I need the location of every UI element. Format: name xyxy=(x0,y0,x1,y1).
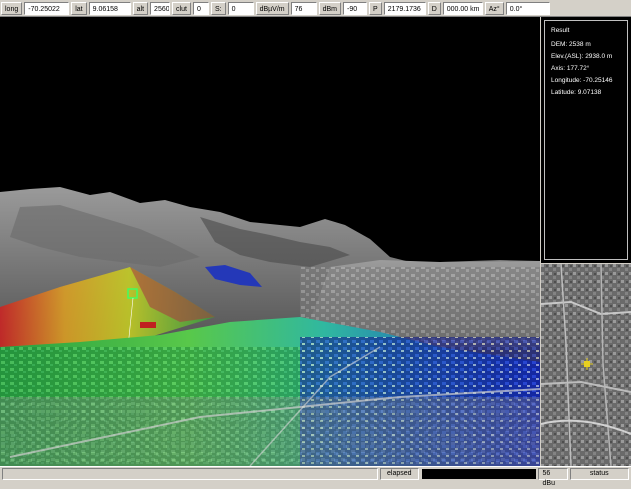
result-dem: DEM: 2538 m xyxy=(551,41,591,48)
status-label: status xyxy=(569,467,629,480)
result-panel: Result DEM: 2538 m Elev.(ASL): 2938.0 m … xyxy=(541,17,631,263)
long-label: long xyxy=(1,1,23,15)
status-bar: elapsed 56 dBu status xyxy=(0,466,631,487)
result-title: Result xyxy=(551,27,570,34)
dbuvm-label: dBµV/m xyxy=(255,1,289,15)
longitude-field[interactable]: -70.25022 xyxy=(24,1,70,15)
result-longitude: Longitude: -70.25146 xyxy=(551,77,613,84)
elapsed-label: elapsed xyxy=(380,467,419,480)
s-field[interactable]: 0 xyxy=(227,1,254,15)
power-dbm-field[interactable]: -90 xyxy=(343,1,368,15)
d-label: D xyxy=(427,1,441,15)
terrain-3d-view[interactable] xyxy=(0,17,540,466)
result-latitude: Latitude: 9.07138 xyxy=(551,89,602,96)
transmitter-site xyxy=(140,322,156,328)
az-label: Az° xyxy=(484,1,504,15)
result-elevation: Elev.(ASL): 2938.0 m xyxy=(551,53,613,60)
coordinate-toolbar: long -70.25022 lat 9.06158 alt 2560 clut… xyxy=(0,0,631,17)
p-field[interactable]: 2179.1736 xyxy=(383,1,426,15)
result-box: Result DEM: 2538 m Elev.(ASL): 2938.0 m … xyxy=(544,20,628,260)
result-axis: Axis: 177.72° xyxy=(551,65,590,72)
alt-label: alt xyxy=(132,1,149,15)
clutter-field[interactable]: 0 xyxy=(192,1,209,15)
altitude-field[interactable]: 2560 xyxy=(150,1,171,15)
latitude-field[interactable]: 9.06158 xyxy=(88,1,131,15)
p-label: P xyxy=(369,1,382,15)
clut-label: clut xyxy=(172,1,191,15)
signal-value: 56 dBu xyxy=(537,467,568,487)
lat-label: lat xyxy=(71,1,87,15)
distance-field[interactable]: 000.00 km xyxy=(442,1,483,15)
s-label: S: xyxy=(210,1,226,15)
field-strength-field[interactable]: 76 xyxy=(290,1,317,15)
terrain-render xyxy=(0,187,540,466)
status-message-pane xyxy=(2,467,378,480)
progress-bar xyxy=(421,468,536,479)
overview-map-image xyxy=(541,264,631,466)
dbm-label: dBm xyxy=(318,1,342,15)
foreground-buildings xyxy=(0,397,540,466)
overview-map[interactable] xyxy=(541,264,631,466)
azimuth-field[interactable]: 0.0° xyxy=(505,1,550,15)
